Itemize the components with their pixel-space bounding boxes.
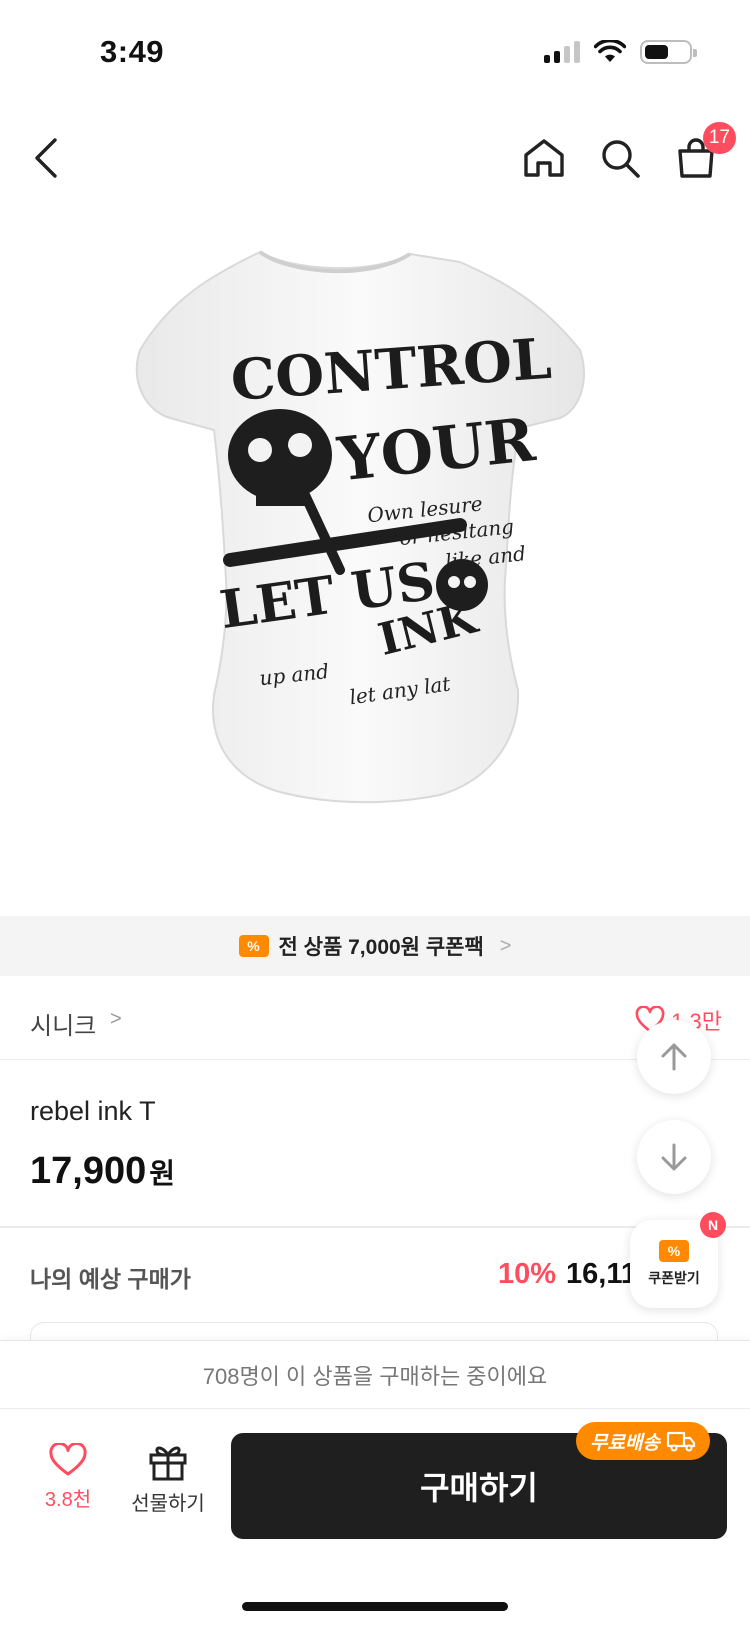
brand-name-link[interactable]: 시니크 <box>30 1006 96 1041</box>
gift-icon <box>149 1446 187 1481</box>
home-indicator <box>242 1602 508 1611</box>
status-bar: 3:49 <box>0 0 750 100</box>
free-shipping-label: 무료배송 <box>590 1432 660 1454</box>
battery-icon <box>640 40 697 64</box>
cellular-signal-icon <box>544 41 580 63</box>
heart-icon <box>49 1443 87 1476</box>
home-button[interactable] <box>516 130 572 186</box>
gift-button[interactable]: 선물하기 <box>124 1443 212 1516</box>
new-badge: N <box>700 1212 726 1238</box>
product-price: 17,900 <box>30 1150 147 1192</box>
cart-button[interactable]: 17 <box>668 122 736 186</box>
search-button[interactable] <box>592 130 648 186</box>
price-row: 17,900 원 <box>30 1150 175 1193</box>
status-time: 3:49 <box>100 34 165 69</box>
bottom-purchase-bar: 708명이 이 상품을 구매하는 중이에요 3.8천 선물하기 구매하기 <box>0 1340 750 1626</box>
top-nav: 17 <box>0 110 750 210</box>
status-icons <box>544 40 697 64</box>
expected-price-label: 나의 예상 구매가 <box>30 1266 191 1292</box>
scroll-up-button[interactable] <box>637 1020 711 1094</box>
chevron-left-icon <box>35 138 57 178</box>
get-coupon-label: 쿠폰받기 <box>648 1270 700 1286</box>
coupon-icon: % <box>659 1240 689 1262</box>
coupon-pack-banner[interactable]: % 전 상품 7,000원 쿠폰팩 > <box>0 916 750 976</box>
truck-icon <box>666 1431 696 1452</box>
product-name: rebel ink T <box>30 1096 156 1126</box>
expected-price-value: 16,11 <box>566 1258 637 1290</box>
scroll-down-button[interactable] <box>637 1120 711 1194</box>
free-shipping-badge: 무료배송 <box>576 1422 710 1460</box>
arrow-down-icon <box>661 1143 687 1171</box>
cart-count-badge: 17 <box>702 122 736 154</box>
chevron-right-icon: > <box>110 1008 122 1030</box>
buy-label: 구매하기 <box>420 1470 538 1506</box>
get-coupon-button[interactable]: % 쿠폰받기 N <box>630 1212 726 1308</box>
coupon-pack-text: 전 상품 7,000원 쿠폰팩 <box>278 936 484 959</box>
wishlist-count: 3.8천 <box>44 1489 92 1511</box>
product-image[interactable]: CONTROL YOUR Own lesure or hesitang like… <box>110 240 640 840</box>
home-icon <box>524 139 564 177</box>
wishlist-button[interactable]: 3.8천 <box>30 1443 106 1512</box>
back-button[interactable] <box>18 130 74 186</box>
arrow-up-icon <box>661 1043 687 1071</box>
expected-discount-rate: 10% <box>498 1258 557 1290</box>
chevron-right-icon: > <box>499 934 512 957</box>
content-card-edge <box>30 1322 718 1342</box>
buyers-notice: 708명이 이 상품을 구매하는 중이에요 <box>0 1341 750 1409</box>
coupon-icon: % <box>238 935 269 957</box>
search-icon <box>602 140 640 178</box>
buyers-notice-text: 708명이 이 상품을 구매하는 중이에요 <box>202 1363 548 1389</box>
wifi-icon <box>594 40 626 62</box>
gift-label: 선물하기 <box>131 1493 205 1515</box>
price-unit: 원 <box>149 1158 175 1189</box>
